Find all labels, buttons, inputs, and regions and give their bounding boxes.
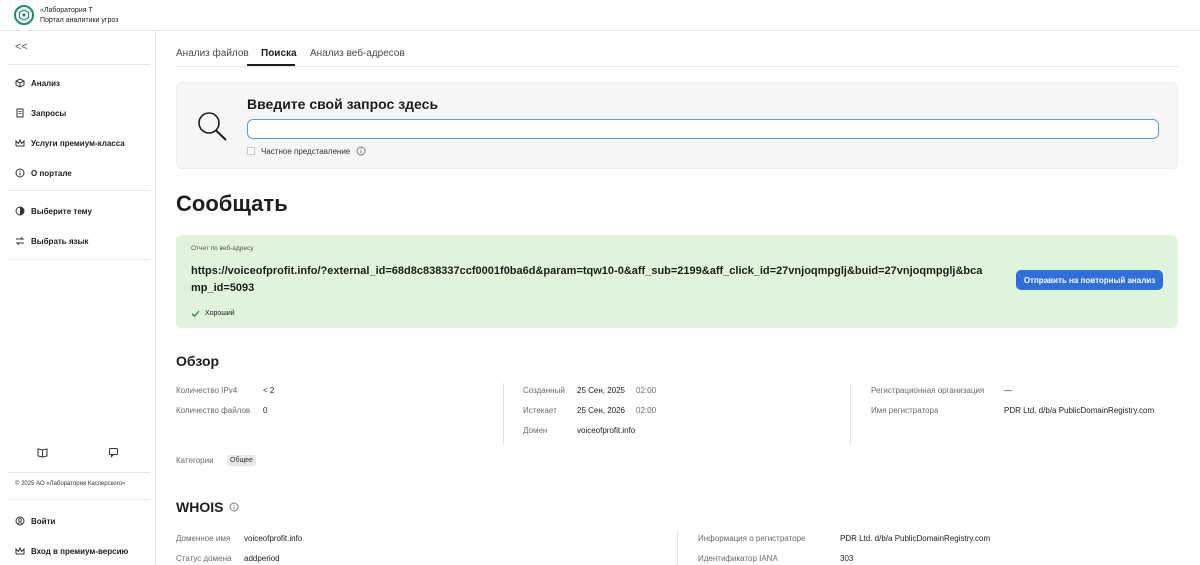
- whois-domain-status-label: Статус домена: [176, 554, 232, 563]
- sidebar-divider: [8, 64, 150, 65]
- whois-title-text: WHOIS: [176, 499, 224, 515]
- brand-name[interactable]: «Лаборатория Т Портал аналитики угроз: [40, 6, 118, 26]
- created-time: 02:00: [636, 386, 657, 395]
- premium-login-label: Вход в премиум-версию: [31, 546, 129, 556]
- info-icon[interactable]: [356, 146, 366, 156]
- brand-line2: Портал аналитики угроз: [40, 17, 119, 24]
- expires-label: Истекает: [523, 406, 557, 415]
- report-url: https://voiceofprofit.info/?external_id=…: [191, 265, 983, 294]
- sidebar-item-analysis[interactable]: Анализ: [15, 76, 60, 90]
- file-count-label: Количество файлов: [176, 406, 251, 415]
- tab-bar: Анализ файлов Поиска Анализ веб-адресов: [176, 31, 1178, 67]
- sidebar-item-about[interactable]: О портале: [15, 166, 72, 180]
- tab-file-analysis[interactable]: Анализ файлов: [176, 48, 249, 59]
- domain-value: voiceofprofit.info: [577, 426, 636, 435]
- report-label: Отчет по веб-адресу: [191, 245, 254, 252]
- top-bar: «Лаборатория Т Портал аналитики угроз: [0, 0, 1200, 31]
- user-icon: [15, 516, 25, 526]
- search-title: Введите свой запрос здесь: [247, 96, 439, 112]
- sidebar-item-premium[interactable]: Услуги премиум-класса: [15, 136, 125, 150]
- language-icon: [15, 237, 25, 245]
- sidebar-divider: [8, 190, 150, 191]
- book-icon[interactable]: [37, 447, 48, 458]
- categories-label: Категории: [176, 456, 214, 465]
- verdict-label: Хороший: [205, 310, 235, 317]
- tab-url-analysis[interactable]: Анализ веб-адресов: [310, 48, 405, 59]
- sidebar-item-theme[interactable]: Выберите тему: [15, 204, 92, 218]
- registrar-name-value: PDR Ltd. d/b/a PublicDomainRegistry.com: [1004, 406, 1155, 415]
- check-icon: [191, 310, 200, 318]
- copyright: © 2025 АО «Лаборатория Касперского»: [15, 481, 126, 487]
- crown-icon: [15, 138, 25, 147]
- sidebar-item-requests[interactable]: Запросы: [15, 106, 66, 120]
- column-divider: [677, 531, 678, 565]
- sidebar-utility-icons: [0, 445, 156, 461]
- category-badge: Общее: [227, 455, 256, 466]
- sidebar-item-label: Выберите тему: [31, 206, 92, 216]
- column-divider: [850, 383, 851, 445]
- login-button[interactable]: Войти: [15, 514, 55, 528]
- brand-line1: «Лаборатория Т: [40, 7, 93, 14]
- collapse-sidebar-button[interactable]: <<: [15, 41, 28, 53]
- expires-time: 02:00: [636, 406, 657, 415]
- private-view-label: Частное представление: [261, 146, 351, 156]
- logo-icon[interactable]: [14, 5, 34, 25]
- whois-title: WHOIS: [176, 499, 239, 515]
- overview-title: Обзор: [176, 353, 219, 369]
- cube-icon: [15, 78, 25, 88]
- ipv4-count-value: < 2: [263, 386, 275, 395]
- chat-icon[interactable]: [108, 447, 119, 458]
- whois-registrar-info-value: PDR Ltd. d/b/a PublicDomainRegistry.com: [840, 534, 991, 543]
- login-label: Войти: [31, 516, 56, 526]
- whois-domain-name-label: Доменное имя: [176, 534, 231, 543]
- registrant-org-value: —: [1004, 386, 1012, 395]
- private-view-option: Частное представление: [247, 146, 366, 156]
- info-icon[interactable]: [229, 502, 239, 512]
- tab-search[interactable]: Поиска: [261, 48, 297, 59]
- whois-domain-name-value: voiceofprofit.info: [244, 534, 303, 543]
- sidebar-divider: [8, 499, 150, 500]
- column-divider: [503, 383, 504, 445]
- premium-login-button[interactable]: Вход в премиум-версию: [15, 544, 128, 558]
- theme-icon: [15, 206, 25, 216]
- expires-date: 25 Сен, 2026: [577, 406, 626, 415]
- sidebar-divider: [8, 472, 150, 473]
- search-icon: [198, 112, 227, 141]
- sidebar-item-label: Анализ: [31, 78, 61, 88]
- ipv4-count-label: Количество IPv4: [176, 386, 238, 395]
- overview-title-text: Обзор: [176, 353, 220, 369]
- whois-iana-id-value: 303: [840, 554, 854, 563]
- document-icon: [16, 108, 24, 118]
- sidebar-item-label: Выбрать язык: [31, 236, 89, 246]
- url-report-card: Отчет по веб-адресу https://voiceofprofi…: [176, 235, 1178, 328]
- registrar-name-label: Имя регистратора: [871, 406, 939, 415]
- active-tab-indicator: [247, 64, 295, 66]
- search-panel: Введите свой запрос здесь Частное предст…: [176, 82, 1178, 169]
- verdict-status: Хороший: [191, 309, 235, 318]
- domain-label: Домен: [523, 426, 548, 435]
- sidebar-item-language[interactable]: Выбрать язык: [15, 234, 88, 248]
- registrant-org-label: Регистрационная организация: [871, 386, 985, 395]
- page-title: Сообщать: [176, 191, 288, 216]
- reanalyze-button[interactable]: Отправить на повторный анализ: [1016, 270, 1163, 290]
- sidebar: << Анализ Запросы Услуги премиум-класса …: [0, 31, 156, 565]
- created-label: Созданный: [523, 386, 565, 395]
- info-icon: [15, 168, 25, 178]
- created-date: 25 Сен, 2025: [577, 386, 626, 395]
- file-count-value: 0: [263, 406, 268, 415]
- sidebar-divider: [8, 259, 150, 260]
- search-input[interactable]: [247, 119, 1159, 139]
- crown-icon: [15, 546, 25, 555]
- whois-domain-status-value: addperiod: [244, 554, 280, 563]
- sidebar-item-label: О портале: [31, 168, 72, 178]
- private-view-checkbox[interactable]: [247, 147, 255, 155]
- whois-iana-id-label: Идентификатор IANA: [698, 554, 778, 563]
- sidebar-item-label: Запросы: [31, 108, 67, 118]
- sidebar-item-label: Услуги премиум-класса: [31, 138, 125, 148]
- whois-registrar-info-label: Информация о регистраторе: [698, 534, 806, 543]
